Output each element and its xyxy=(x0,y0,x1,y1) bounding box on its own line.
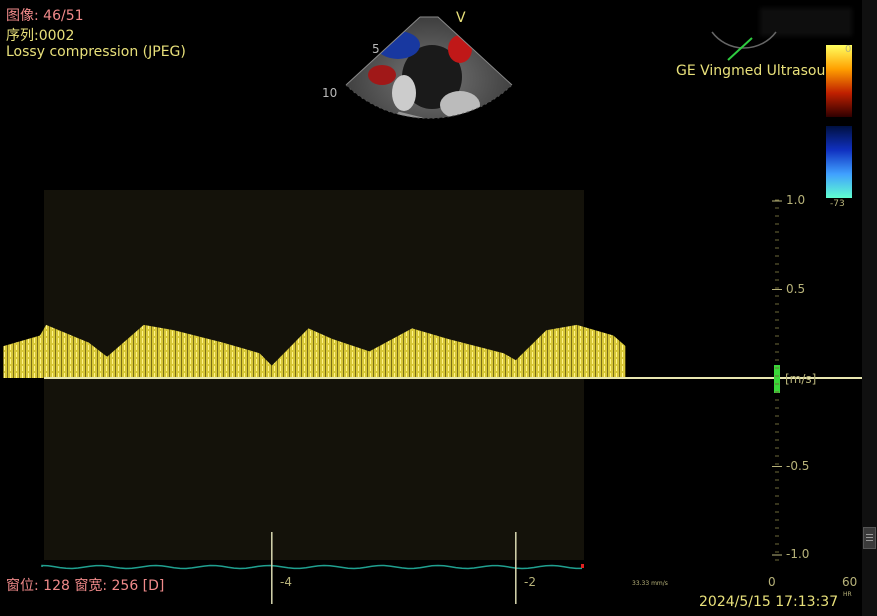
x-tick-label: 0 xyxy=(768,575,776,589)
scrollbar-grip-icon xyxy=(866,534,873,542)
ecg-cursor xyxy=(581,564,584,568)
vertical-scrollbar[interactable] xyxy=(862,0,877,616)
x-tick-label: -4 xyxy=(280,575,292,589)
y-tick-label: -1.0 xyxy=(786,547,810,561)
y-tick-label: 1.0 xyxy=(786,193,806,207)
y-tick-label: 0.5 xyxy=(786,281,806,296)
y-tick-label: -0.5 xyxy=(786,458,810,473)
spectrum-layer xyxy=(3,190,862,560)
x-tick-label: -2 xyxy=(524,575,536,589)
doppler-spectrum[interactable] xyxy=(0,0,877,616)
velocity-unit-label: [m/s] xyxy=(785,372,817,386)
baseline-marker xyxy=(774,365,780,393)
ecg-waveform xyxy=(41,564,582,570)
